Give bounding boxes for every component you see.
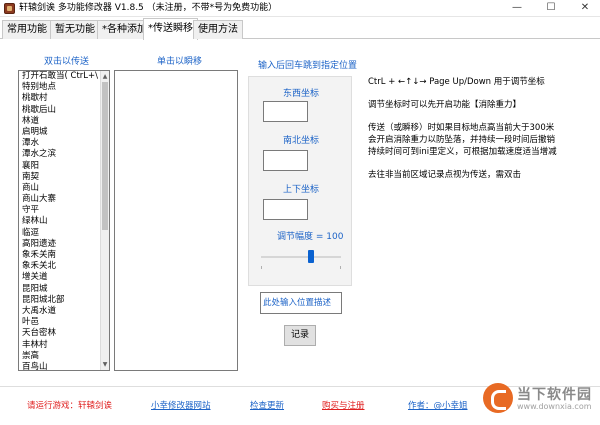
list-item[interactable]: 大禹水道 [19,306,109,317]
teleport-list-label: 双击以传送 [44,57,90,67]
list-item[interactable]: 昆阳城 [19,284,109,295]
coord-panel: 东西坐标 南北坐标 上下坐标 调节幅度 = 100 [248,76,352,286]
slider-tick [340,266,341,269]
window-title: 轩辕剑诶 多功能修改器 V1.8.5 （未注册，不带*号为免费功能） [19,3,278,13]
teleport-list: 打开石敢当( CtrL+\ ) 特别地点 桃歇村 桃歇后山 林道 启明城 潭水 潭水之滨 襄阳南… [19,71,109,370]
list-item[interactable]: 临逗 [19,228,109,239]
help-teleport-text-3: 持续时间可到ini里定义，可根据加载速度适当增减 [368,147,557,157]
tab-none[interactable]: 暂无功能 [50,20,100,39]
help-hotkey-text: CtrL + ←↑↓→ Page Up/Down 用于调节坐标 [368,77,545,87]
list-item[interactable]: 天台密林 [19,328,109,339]
check-update-link[interactable]: 检查更新 [250,399,284,411]
list-item[interactable]: 潭水 [19,138,109,149]
help-teleport-text-2: 会开启消除重力以防坠落，并持续一段时间后撤销 [368,135,556,145]
ud-coord-input[interactable] [263,199,308,220]
title-bar: 轩辕剑诶 多功能修改器 V1.8.5 （未注册，不带*号为免费功能） — ☐ ✕ [0,0,600,17]
list-item[interactable]: 绿林山 [19,216,109,227]
tab-usage[interactable]: 使用方法 [193,20,243,39]
list-item[interactable]: 增关道 [19,272,109,283]
list-item[interactable]: 昆阳城北部 [19,295,109,306]
watermark-logo-icon [483,383,513,413]
maximize-button[interactable]: ☐ [536,0,566,17]
list-item[interactable]: 特别地点 [19,82,109,93]
list-item[interactable]: 桃歇村 [19,93,109,104]
watermark-url: www.downxia.com [517,402,592,411]
slider-tick [261,266,262,269]
adjust-slider-thumb[interactable] [308,250,314,263]
list-item[interactable]: 商山大寨 [19,194,109,205]
tab-teleport[interactable]: *传送瞬移 [143,18,198,40]
list-item[interactable]: 南契 [19,172,109,183]
author-link[interactable]: 作者：@小幸姐 [408,399,468,411]
list-item[interactable]: 崇高 [19,351,109,362]
ew-coord-input[interactable] [263,101,308,122]
blink-list-label: 单击以瞬移 [157,57,203,67]
watermark: 当下软件园 www.downxia.com [483,381,593,419]
coord-header: 输入后回车跳到指定位置 [258,61,358,71]
game-status-text: 请运行游戏：轩辕剑诶 [27,401,113,411]
ns-coord-input[interactable] [263,150,308,171]
adjust-step-label: 调节幅度 = 100 [277,232,344,242]
adjust-slider-track[interactable] [261,256,341,258]
list-item[interactable]: 叶邑 [19,317,109,328]
list-item[interactable]: 林道 [19,116,109,127]
location-description-input[interactable]: 此处输入位置描述 [260,292,342,314]
list-item[interactable]: 象禾关北 [19,261,109,272]
watermark-name: 当下软件园 [517,387,592,403]
help-teleport-text-1: 传送（或瞬移）时如果目标地点高当前大于300米 [368,123,555,133]
blink-listbox[interactable] [114,70,238,371]
list-item[interactable]: 百鸟山 [19,362,109,370]
list-item[interactable]: 守平 [19,205,109,216]
list-item[interactable]: 商山 [19,183,109,194]
help-gravity-text: 调节坐标时可以先开启功能【消除重力】 [368,100,522,110]
ud-coord-label: 上下坐标 [283,185,320,195]
tab-common[interactable]: 常用功能 [2,20,52,39]
list-item[interactable]: 高阳遗迹 [19,239,109,250]
scroll-down-icon[interactable]: ▼ [101,360,109,369]
list-item[interactable]: 启明城 [19,127,109,138]
app-icon [4,3,15,14]
help-record-text: 去往非当前区域记录点视为传送，需双击 [368,170,522,180]
scroll-thumb[interactable] [102,82,108,230]
record-button[interactable]: 记录 [284,325,316,346]
tab-bar: 常用功能 暂无功能 *各种添加 *传送瞬移 使用方法 [0,17,600,40]
buy-register-link[interactable]: 购买与注册 [322,399,365,411]
teleport-list-scrollbar[interactable]: ▲ ▼ [100,71,109,370]
list-item[interactable]: 象禾关南 [19,250,109,261]
list-item[interactable]: 襄阳 [19,161,109,172]
teleport-listbox[interactable]: 打开石敢当( CtrL+\ ) 特别地点 桃歇村 桃歇后山 林道 启明城 潭水 潭水之滨 襄阳南… [18,70,110,371]
list-item[interactable]: 打开石敢当( CtrL+\ ) [19,71,109,82]
minimize-button[interactable]: — [502,0,532,17]
ew-coord-label: 东西坐标 [283,89,320,99]
list-item[interactable]: 潭水之滨 [19,149,109,160]
list-item[interactable]: 桃歇后山 [19,105,109,116]
close-button[interactable]: ✕ [570,0,600,17]
list-item[interactable]: 丰林村 [19,340,109,351]
website-link[interactable]: 小幸修改器网站 [151,399,211,411]
ns-coord-label: 南北坐标 [283,136,320,146]
scroll-up-icon[interactable]: ▲ [101,72,109,81]
